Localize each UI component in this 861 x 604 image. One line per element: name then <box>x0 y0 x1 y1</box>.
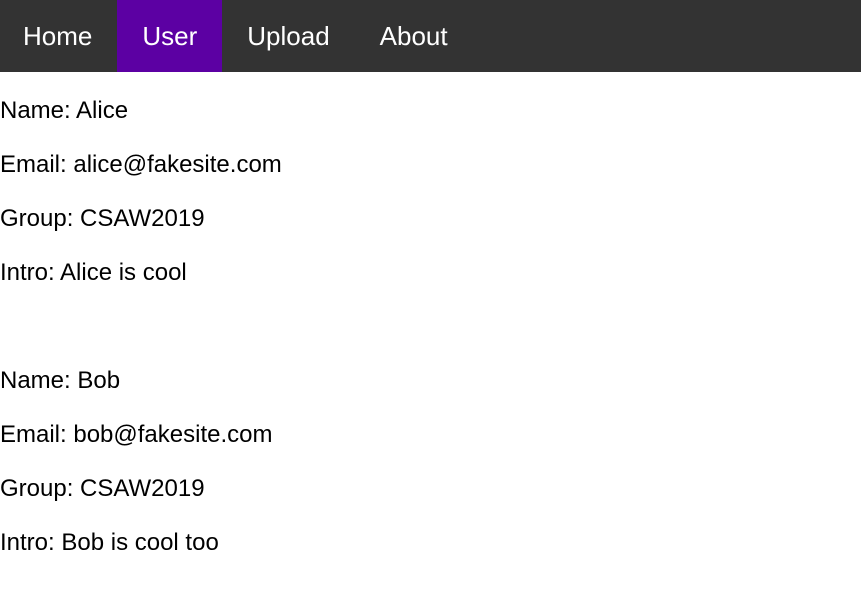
user-separator <box>0 313 861 367</box>
user-card-alice: Name: Alice Email: alice@fakesite.com Gr… <box>0 97 861 313</box>
user-name: Name: Alice <box>0 97 129 124</box>
user-group: Group: CSAW2019 <box>0 475 205 502</box>
user-list: Name: Alice Email: alice@fakesite.com Gr… <box>0 72 861 583</box>
user-name: Name: Bob <box>0 367 121 394</box>
user-email: Email: bob@fakesite.com <box>0 421 273 448</box>
user-intro: Intro: Bob is cool too <box>0 529 219 556</box>
nav-about[interactable]: About <box>355 0 473 72</box>
user-group: Group: CSAW2019 <box>0 205 205 232</box>
nav-user[interactable]: User <box>117 0 223 72</box>
user-email: Email: alice@fakesite.com <box>0 151 282 178</box>
nav-upload[interactable]: Upload <box>222 0 354 72</box>
user-intro: Intro: Alice is cool <box>0 259 187 286</box>
user-card-bob: Name: Bob Email: bob@fakesite.com Group:… <box>0 367 861 583</box>
top-navbar: Home User Upload About <box>0 0 861 72</box>
nav-home[interactable]: Home <box>0 0 117 72</box>
